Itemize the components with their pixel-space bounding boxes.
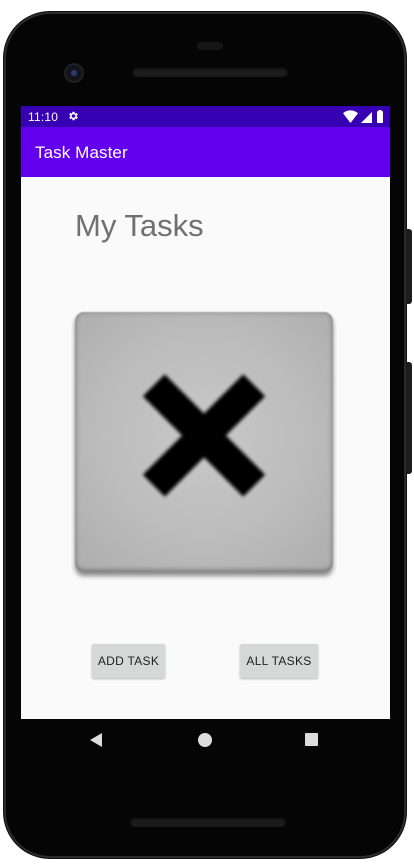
front-camera-icon [66, 65, 82, 81]
page-title: My Tasks [75, 208, 204, 243]
bottom-speaker [130, 817, 286, 827]
earpiece-speaker [132, 67, 288, 77]
navigation-bar [21, 719, 390, 763]
app-screen: 11:10 Task Master My Tasks ADD TASK ALL … [21, 106, 390, 719]
add-task-button[interactable]: ADD TASK [92, 644, 165, 678]
power-button [406, 229, 412, 304]
status-time: 11:10 [28, 110, 59, 124]
cellular-signal-icon [361, 112, 372, 123]
camera-lens [71, 70, 77, 76]
back-triangle-icon[interactable] [90, 733, 102, 747]
status-bar: 11:10 [21, 106, 390, 127]
volume-button [406, 362, 412, 474]
app-title: Task Master [35, 143, 128, 162]
wifi-icon [343, 110, 358, 123]
status-icons [343, 110, 383, 123]
all-tasks-button[interactable]: ALL TASKS [240, 644, 318, 678]
app-bar: Task Master [21, 127, 390, 177]
gear-icon [69, 111, 78, 121]
battery-icon [377, 111, 383, 123]
close-x-icon [75, 312, 333, 572]
recents-square-icon[interactable] [305, 733, 318, 746]
home-circle-icon[interactable] [198, 733, 212, 747]
top-sensor [197, 42, 223, 50]
